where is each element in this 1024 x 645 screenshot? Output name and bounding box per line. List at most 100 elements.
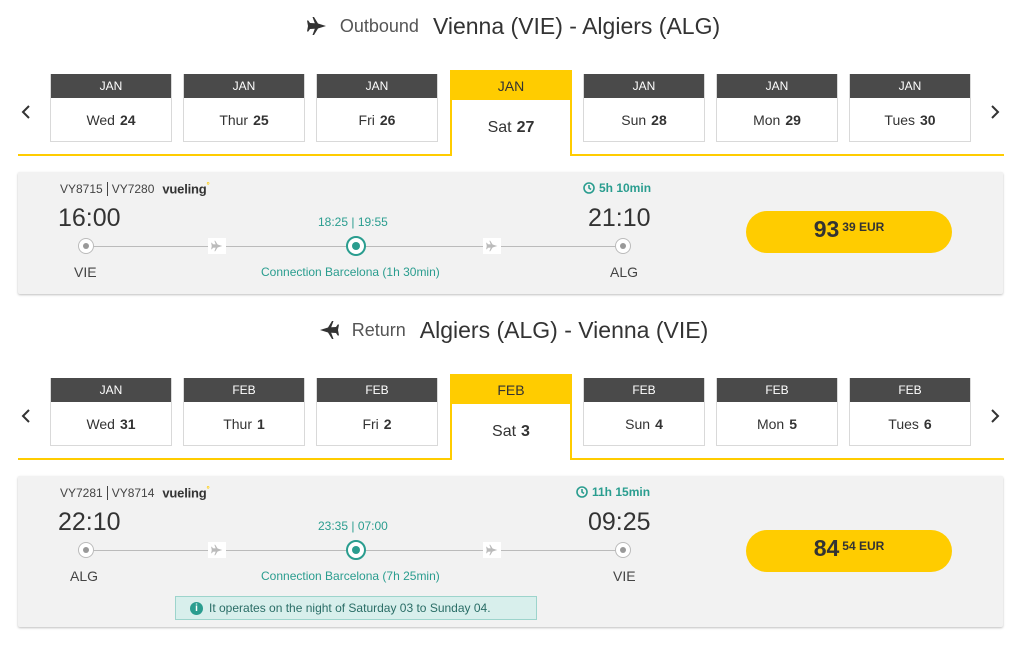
flight-number: VY8715 xyxy=(60,181,103,196)
date-tab[interactable]: FEB Mon 5 xyxy=(716,378,838,446)
flight-numbers: VY7281 VY8714 vueling° xyxy=(60,485,210,500)
date-tab-selected[interactable]: FEB Sat 3 xyxy=(450,374,572,460)
date-month: FEB xyxy=(452,376,570,404)
date-tab[interactable]: JAN Tues 30 xyxy=(849,74,971,142)
date-weekday: Sun xyxy=(625,415,651,432)
connection-times: 18:25 | 19:55 xyxy=(318,215,388,229)
date-tab[interactable]: JAN Mon 29 xyxy=(716,74,838,142)
date-tab[interactable]: FEB Tues 6 xyxy=(849,378,971,446)
night-flight-note: i It operates on the night of Saturday 0… xyxy=(175,596,537,620)
date-day: 28 xyxy=(651,111,667,128)
chevron-right-icon xyxy=(991,105,1000,119)
arrival-airport: ALG xyxy=(610,264,639,280)
price-decimal: 39 EUR xyxy=(842,220,885,234)
outbound-label: Outbound xyxy=(339,15,419,36)
date-tab[interactable]: JAN Wed 24 xyxy=(50,74,172,142)
chevron-left-icon xyxy=(21,105,30,119)
departure-time: 16:00 xyxy=(58,204,121,232)
date-day: 4 xyxy=(655,415,663,432)
date-weekday: Thur xyxy=(219,111,249,128)
date-weekday: Mon xyxy=(756,415,785,432)
info-icon: i xyxy=(190,601,203,615)
return-route: Algiers (ALG) - Vienna (VIE) xyxy=(419,316,709,343)
arrival-time: 09:25 xyxy=(588,508,651,536)
date-weekday: Wed xyxy=(86,415,115,432)
date-day: 27 xyxy=(516,119,535,136)
plane-icon xyxy=(208,238,226,254)
date-tab-selected[interactable]: JAN Sat 27 xyxy=(450,70,572,156)
flight-numbers: VY8715 VY7280 vueling° xyxy=(60,181,210,196)
outbound-route: Vienna (VIE) - Algiers (ALG) xyxy=(432,12,721,39)
date-underline xyxy=(18,458,452,460)
date-month: JAN xyxy=(51,74,171,98)
date-month: JAN xyxy=(584,74,704,98)
date-day: 24 xyxy=(119,111,136,128)
date-month: JAN xyxy=(850,74,970,98)
date-day: 1 xyxy=(257,415,265,432)
date-day: 3 xyxy=(521,423,530,440)
plane-right-icon xyxy=(304,13,330,39)
arrival-time: 21:10 xyxy=(588,204,651,232)
date-month: FEB xyxy=(184,378,304,402)
date-weekday: Sun xyxy=(621,111,647,128)
date-day: 29 xyxy=(785,111,801,128)
date-tab[interactable]: FEB Sun 4 xyxy=(583,378,705,446)
date-tab[interactable]: JAN Sun 28 xyxy=(583,74,705,142)
date-weekday: Wed xyxy=(86,111,115,128)
date-month: JAN xyxy=(317,74,437,98)
plane-icon xyxy=(483,542,501,558)
departure-dot xyxy=(78,542,94,558)
departure-airport: VIE xyxy=(74,264,97,280)
price-integer: 84 xyxy=(813,535,840,561)
prev-dates-button[interactable] xyxy=(18,100,34,124)
connection-dot xyxy=(346,540,366,560)
date-weekday: Mon xyxy=(753,111,781,128)
date-underline xyxy=(570,458,1004,460)
date-weekday: Tues xyxy=(884,111,916,128)
flight-card[interactable]: VY7281 VY8714 vueling° 11h 15min 22:10 0… xyxy=(18,476,1003,627)
price-integer: 93 xyxy=(813,216,840,242)
return-label: Return xyxy=(351,319,406,340)
plane-icon xyxy=(208,542,226,558)
flight-number: VY7281 xyxy=(60,485,103,500)
date-tab[interactable]: FEB Thur 1 xyxy=(183,378,305,446)
flight-route-line xyxy=(78,536,638,566)
flight-duration: 11h 15min xyxy=(576,485,650,499)
date-tab[interactable]: FEB Fri 2 xyxy=(316,378,438,446)
airline-logo: vueling° xyxy=(162,485,210,501)
flight-number: VY8714 xyxy=(111,485,155,500)
next-dates-button[interactable] xyxy=(987,404,1003,428)
arrival-dot xyxy=(615,238,631,254)
date-weekday: Thur xyxy=(223,415,252,432)
flight-route-line xyxy=(78,232,638,262)
prev-dates-button[interactable] xyxy=(18,404,34,428)
date-month: FEB xyxy=(850,378,970,402)
next-dates-button[interactable] xyxy=(987,100,1003,124)
date-month: JAN xyxy=(717,74,837,98)
note-text: It operates on the night of Saturday 03 … xyxy=(209,601,491,615)
flight-card[interactable]: VY8715 VY7280 vueling° 5h 10min 16:00 21… xyxy=(18,172,1003,294)
date-month: JAN xyxy=(184,74,304,98)
connection-label: Connection Barcelona (1h 30min) xyxy=(261,265,440,279)
date-month: FEB xyxy=(717,378,837,402)
date-weekday: Fri xyxy=(362,415,379,432)
flight-duration: 5h 10min xyxy=(583,181,651,195)
departure-airport: ALG xyxy=(70,568,99,584)
departure-time: 22:10 xyxy=(58,508,121,536)
date-tab[interactable]: JAN Thur 25 xyxy=(183,74,305,142)
price-button[interactable]: 93 39 EUR xyxy=(746,211,952,253)
date-underline xyxy=(570,154,1004,156)
date-day: 30 xyxy=(920,111,936,128)
chevron-right-icon xyxy=(991,409,1000,423)
date-tab[interactable]: JAN Fri 26 xyxy=(316,74,438,142)
clock-icon xyxy=(576,486,588,498)
price-button[interactable]: 84 54 EUR xyxy=(746,530,952,572)
clock-icon xyxy=(583,182,595,194)
price-decimal: 54 EUR xyxy=(842,539,885,553)
chevron-left-icon xyxy=(21,409,30,423)
date-tab[interactable]: JAN Wed 31 xyxy=(50,378,172,446)
connection-dot xyxy=(346,236,366,256)
plane-icon xyxy=(483,238,501,254)
date-day: 5 xyxy=(789,415,798,432)
date-day: 26 xyxy=(379,111,396,128)
